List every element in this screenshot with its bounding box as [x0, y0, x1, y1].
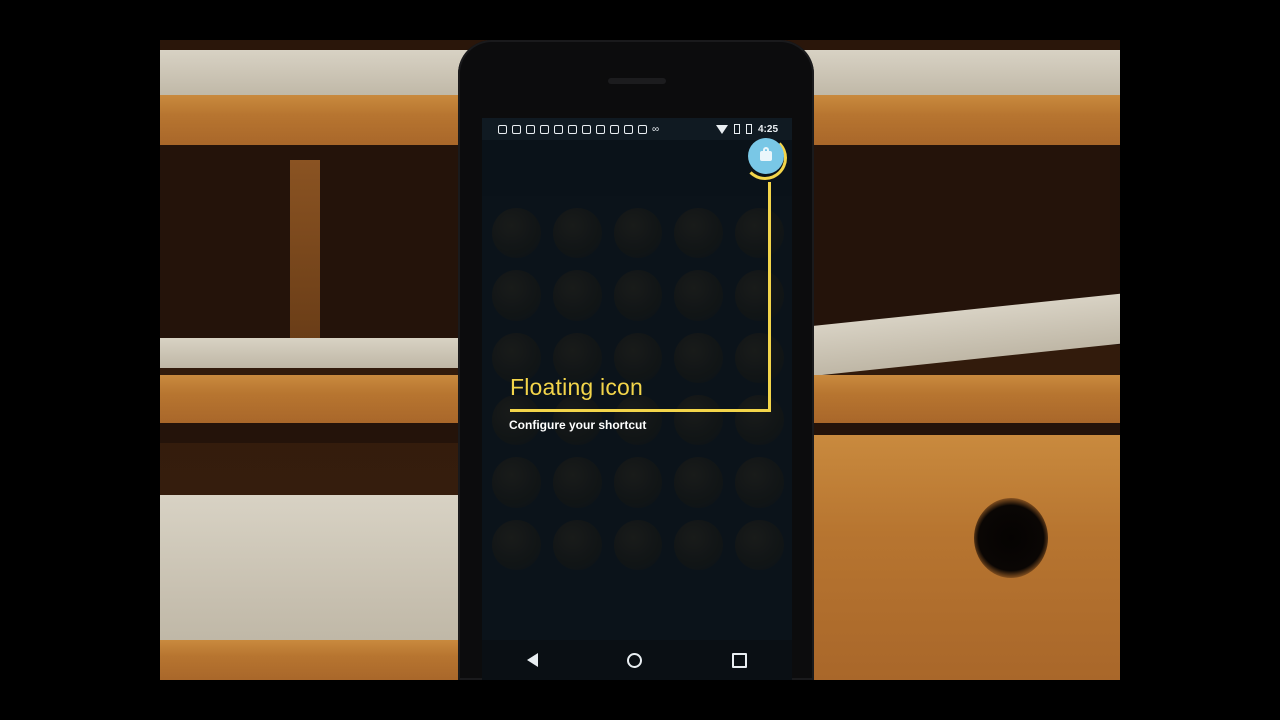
system-icons: 4:25	[715, 123, 778, 135]
drawer-front	[810, 435, 1120, 680]
phone-screen: ∞ 4:25 Floating icon Configure your shor…	[482, 118, 792, 680]
facebook-icon	[624, 124, 633, 134]
status-bar: ∞ 4:25	[482, 118, 792, 140]
shelf-divider	[290, 160, 320, 340]
lock-icon	[760, 147, 772, 161]
infinity-icon: ∞	[652, 123, 660, 135]
paper-stack-bottom	[160, 495, 460, 645]
shelf-bottom-front	[160, 640, 480, 680]
status-clock: 4:25	[757, 123, 778, 135]
facebook-icon	[512, 124, 521, 134]
cloud-icon	[498, 124, 507, 134]
facebook-icon	[526, 124, 535, 134]
phone-device: ∞ 4:25 Floating icon Configure your shor…	[458, 40, 814, 680]
tutorial-subtitle: Configure your shortcut	[509, 418, 647, 432]
tutorial-title: Floating icon	[510, 374, 644, 400]
facebook-icon	[638, 124, 647, 134]
facebook-icon	[540, 124, 549, 134]
facebook-icon	[554, 124, 563, 134]
battery-icon	[745, 124, 752, 134]
facebook-icon	[610, 124, 619, 134]
notification-icons: ∞	[498, 124, 659, 135]
facebook-icon	[596, 124, 605, 134]
home-icon[interactable]	[627, 652, 643, 668]
navigation-bar	[482, 640, 792, 680]
floating-icon-button[interactable]	[748, 138, 784, 174]
paper-stack-left	[160, 338, 460, 368]
facebook-icon	[582, 124, 591, 134]
drawer-knob-hole	[974, 498, 1048, 578]
facebook-icon	[568, 124, 577, 134]
recents-icon[interactable]	[732, 652, 748, 668]
tutorial-pointer-horizontal	[510, 409, 771, 412]
wifi-icon	[715, 124, 728, 134]
signal-icon	[733, 124, 740, 134]
earpiece-speaker	[608, 78, 666, 84]
back-icon[interactable]	[526, 653, 538, 667]
tutorial-pointer-vertical	[768, 182, 771, 412]
